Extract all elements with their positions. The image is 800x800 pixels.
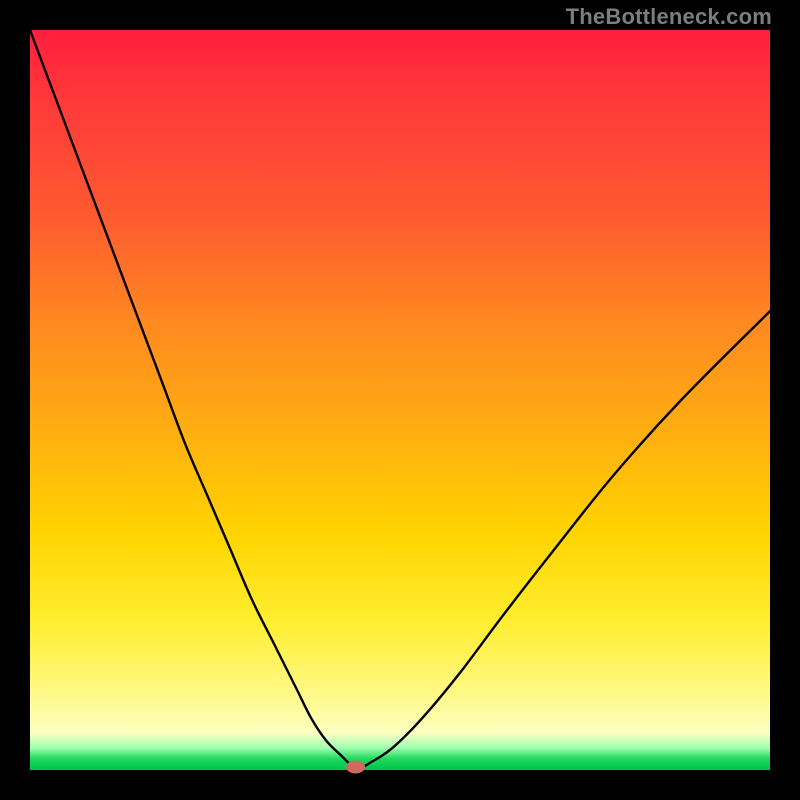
chart-frame: TheBottleneck.com	[0, 0, 800, 800]
plot-area	[30, 30, 770, 770]
watermark-text: TheBottleneck.com	[566, 4, 772, 30]
curve-svg	[30, 30, 770, 770]
bottleneck-curve	[30, 30, 770, 770]
optimum-marker	[347, 761, 365, 773]
